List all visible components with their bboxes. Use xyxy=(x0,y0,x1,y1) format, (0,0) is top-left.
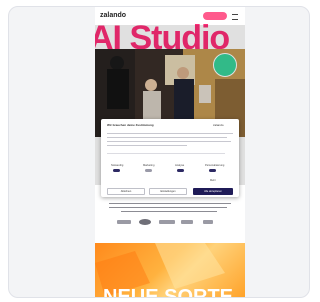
toggle-analytics[interactable] xyxy=(177,169,184,172)
cookie-consent-dialog: Wir brauchen deine Zustimmung zalando No… xyxy=(101,119,239,197)
brand-logo xyxy=(139,219,151,225)
brand-logo xyxy=(181,220,193,224)
brand-logo xyxy=(159,220,175,224)
reject-button[interactable]: Ablehnen xyxy=(107,188,145,195)
body-text-line xyxy=(121,211,217,212)
dialog-text-line xyxy=(107,141,231,142)
toggle-necessary[interactable] xyxy=(113,169,120,172)
dialog-title: Wir brauchen deine Zustimmung xyxy=(107,123,154,127)
dialog-text-line xyxy=(107,145,187,146)
dialog-logo: zalando xyxy=(213,123,224,127)
toggle-label: Marketing xyxy=(143,164,155,167)
brand-logo xyxy=(203,220,213,224)
brand-logo xyxy=(117,220,131,224)
accept-all-button[interactable]: Alle akzeptieren xyxy=(193,188,233,195)
toggle-personalisation[interactable] xyxy=(209,169,216,172)
dialog-divider xyxy=(107,153,225,154)
toggle-label: Personalisierung xyxy=(205,164,225,167)
mobile-page-preview: zalando AI Studio Wir brauchen deine Zus… xyxy=(95,7,245,297)
dialog-text-line xyxy=(107,133,233,134)
body-text-line xyxy=(109,207,227,208)
more-link[interactable]: Mehr xyxy=(210,179,216,182)
toggle-marketing[interactable] xyxy=(145,169,152,172)
toggle-label: Notwendig xyxy=(111,164,124,167)
promo-title: NEUE SORTE xyxy=(103,286,234,297)
body-text-line xyxy=(109,203,231,204)
toggle-label: Analyse xyxy=(175,164,185,167)
settings-button[interactable]: Einstellungen xyxy=(149,188,187,195)
dialog-text-line xyxy=(107,137,227,138)
preview-card: zalando AI Studio Wir brauchen deine Zus… xyxy=(8,6,310,298)
hamburger-icon[interactable] xyxy=(232,14,238,20)
site-logo[interactable]: zalando xyxy=(100,12,126,19)
